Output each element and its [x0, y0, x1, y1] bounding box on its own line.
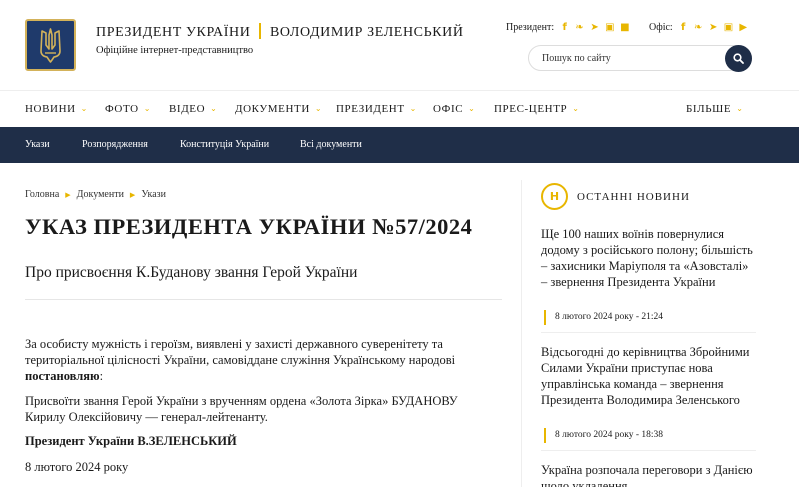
title-divider: [259, 23, 261, 39]
news-badge-icon: Н: [541, 183, 568, 210]
documents-subnav: Укази Розпорядження Конституція України …: [0, 127, 799, 163]
twitter-icon[interactable]: ❧: [694, 22, 703, 33]
subnav-item-decrees[interactable]: Укази: [25, 139, 50, 150]
page-subtitle: Про присвоєння К.Буданову звання Герой У…: [25, 264, 358, 281]
trident-icon: [40, 28, 61, 63]
search-input[interactable]: [542, 51, 712, 66]
nav-item-president[interactable]: Президент ⌄: [336, 103, 417, 115]
breadcrumb-decrees[interactable]: Укази: [141, 189, 166, 200]
facebook-icon[interactable]: f: [560, 22, 569, 33]
breadcrumb-documents[interactable]: Документи: [77, 189, 124, 200]
subnav-item-orders[interactable]: Розпорядження: [82, 139, 148, 150]
chevron-right-icon: ▶: [65, 190, 71, 199]
decree-body: Присвоїти звання Герой України з врученн…: [25, 394, 458, 424]
video-icon[interactable]: ■: [620, 22, 629, 33]
chevron-down-icon: ⌄: [409, 104, 417, 113]
main-nav: Новини ⌄ Фото ⌄ Відео ⌄ Документи ⌄ Президен…: [0, 90, 799, 127]
column-divider: [521, 180, 522, 487]
chevron-down-icon: ⌄: [736, 104, 744, 113]
chevron-down-icon: ⌄: [80, 104, 88, 113]
search-button[interactable]: [725, 45, 752, 72]
news-item-date: 8 лютого 2024 року - 21:24: [541, 310, 663, 325]
news-item[interactable]: Україна розпочала переговори з Данією що…: [541, 462, 756, 487]
decree-date: 8 лютого 2024 року: [25, 460, 129, 474]
president-socials: Президент: f ❧ ➤ ▣ ■: [506, 22, 635, 33]
facebook-icon[interactable]: f: [679, 22, 688, 33]
site-header: Президент України Володимир Зеленський Оф…: [0, 0, 799, 90]
chevron-down-icon: ⌄: [468, 104, 476, 113]
news-item[interactable]: Відсьогодні до керівництва Збройними Сил…: [541, 344, 756, 451]
chevron-down-icon: ⌄: [210, 104, 218, 113]
office-socials: Офіс: f ❧ ➤ ▣ ▶: [649, 22, 754, 33]
decree-resolve-word: постановляю: [25, 369, 100, 383]
breadcrumb: Головна ▶ Документи ▶ Укази: [25, 189, 166, 200]
chevron-down-icon: ⌄: [572, 104, 580, 113]
breadcrumb-home[interactable]: Головна: [25, 189, 59, 200]
latest-news-title[interactable]: Останні новини: [577, 191, 690, 203]
news-item-date: 8 лютого 2024 року - 18:38: [541, 428, 663, 443]
chevron-right-icon: ▶: [129, 190, 136, 199]
news-item-title[interactable]: Відсьогодні до керівництва Збройними Сил…: [541, 344, 756, 408]
office-socials-label: Офіс:: [649, 22, 673, 33]
chevron-down-icon: ⌄: [143, 104, 151, 113]
nav-item-press-center[interactable]: Прес-центр ⌄: [494, 103, 580, 115]
decree-preamble: За особисту мужність і героїзм, виявлені…: [25, 337, 456, 383]
news-separator: [541, 450, 756, 451]
nav-item-office[interactable]: Офіс ⌄: [433, 103, 475, 115]
news-item[interactable]: Ще 100 наших воїнів повернулися додому з…: [541, 226, 756, 333]
chevron-down-icon: ⌄: [314, 104, 323, 113]
title-divider-line: [25, 299, 502, 300]
trident-logo[interactable]: [25, 19, 76, 71]
telegram-icon[interactable]: ➤: [590, 22, 599, 33]
page-title: УКАЗ ПРЕЗИДЕНТА УКРАЇНИ №57/2024: [25, 214, 473, 239]
president-socials-label: Президент:: [506, 22, 555, 33]
nav-item-video[interactable]: Відео ⌄: [169, 103, 217, 115]
telegram-icon[interactable]: ➤: [709, 22, 718, 33]
subnav-item-constitution[interactable]: Конституція України: [180, 139, 269, 150]
news-item-title[interactable]: Ще 100 наших воїнів повернулися додому з…: [541, 226, 756, 290]
decree-signature: Президент України В.ЗЕЛЕНСЬКИЙ: [25, 434, 237, 448]
site-title-right: Володимир Зеленський: [269, 25, 464, 40]
nav-item-news[interactable]: Новини ⌄: [25, 103, 88, 115]
site-title[interactable]: Президент України Володимир Зеленський: [96, 23, 464, 41]
latest-news-header: Н Останні новини: [541, 183, 690, 210]
twitter-icon[interactable]: ❧: [575, 22, 584, 33]
site-search: [528, 45, 752, 72]
nav-item-more[interactable]: Більше ⌄: [686, 103, 744, 115]
youtube-icon[interactable]: ▶: [739, 22, 748, 33]
nav-item-documents[interactable]: Документи ⌄: [235, 103, 322, 115]
site-title-left: Президент України: [96, 25, 251, 40]
subnav-item-all-documents[interactable]: Всі документи: [300, 139, 362, 150]
site-subtitle: Офіційне інтернет-представництво: [96, 45, 254, 56]
news-item-title[interactable]: Україна розпочала переговори з Данією що…: [541, 462, 756, 487]
search-icon: [733, 53, 744, 64]
instagram-icon[interactable]: ▣: [605, 22, 614, 33]
instagram-icon[interactable]: ▣: [724, 22, 733, 33]
nav-item-photo[interactable]: Фото ⌄: [105, 103, 151, 115]
news-separator: [541, 332, 756, 333]
